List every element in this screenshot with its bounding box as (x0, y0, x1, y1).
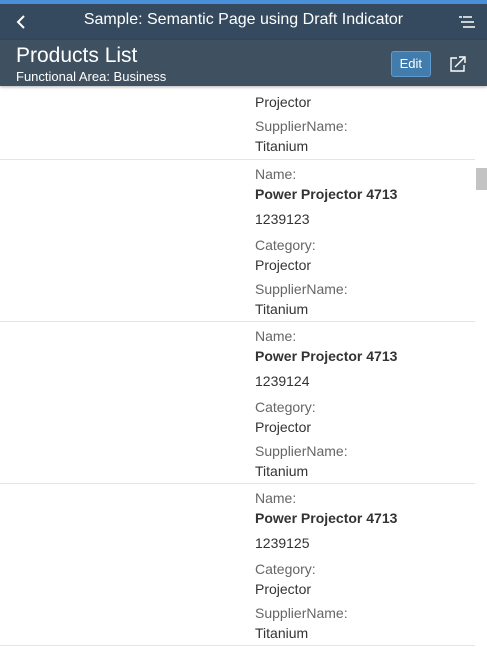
category-label: Category: (255, 561, 316, 577)
supplier-label: SupplierName: (255, 118, 348, 134)
supplier-value: Titanium (255, 138, 309, 154)
page-subtitle: Functional Area: Business (16, 69, 167, 84)
product-id: 1239125 (255, 535, 310, 551)
product-id: 1239123 (255, 211, 310, 227)
product-name: Power Projector 4713 (255, 186, 398, 202)
list-item[interactable]: Projector SupplierName: Titanium (0, 86, 475, 160)
category-value: Projector (255, 94, 312, 110)
supplier-label: SupplierName: (255, 443, 348, 459)
category-value: Projector (255, 257, 312, 273)
supplier-value: Titanium (255, 625, 309, 641)
edit-button[interactable]: Edit (390, 51, 431, 77)
page-header: Products List Functional Area: Business … (0, 40, 487, 86)
share-icon (450, 56, 466, 72)
product-name: Power Projector 4713 (255, 348, 398, 364)
name-label: Name: (255, 490, 297, 506)
product-name: Power Projector 4713 (255, 510, 398, 526)
category-value: Projector (255, 581, 312, 597)
menu-icon (459, 16, 475, 28)
name-label: Name: (255, 328, 297, 344)
page-title: Products List (16, 44, 138, 67)
supplier-label: SupplierName: (255, 605, 348, 621)
product-id: 1239124 (255, 373, 310, 389)
share-button[interactable] (447, 53, 469, 75)
list-item[interactable]: Name: Power Projector 4713 1239123 Categ… (0, 160, 475, 322)
supplier-value: Titanium (255, 463, 309, 479)
list-item[interactable]: Name: Power Projector 4713 1239125 Categ… (0, 484, 475, 646)
app-title: Sample: Semantic Page using Draft Indica… (83, 11, 404, 28)
back-button[interactable] (8, 8, 36, 36)
menu-button[interactable] (453, 8, 481, 36)
category-value: Projector (255, 419, 312, 435)
supplier-value: Titanium (255, 301, 309, 317)
supplier-label: SupplierName: (255, 281, 348, 297)
shell-bar: Sample: Semantic Page using Draft Indica… (0, 0, 487, 40)
name-label: Name: (255, 166, 297, 182)
category-label: Category: (255, 399, 316, 415)
category-label: Category: (255, 237, 316, 253)
chevron-left-icon (16, 15, 25, 29)
list-item[interactable]: Name: Power Projector 4713 1239124 Categ… (0, 322, 475, 484)
scrollbar-thumb[interactable] (476, 168, 487, 190)
product-list[interactable]: Projector SupplierName: Titanium Name: P… (0, 86, 475, 651)
